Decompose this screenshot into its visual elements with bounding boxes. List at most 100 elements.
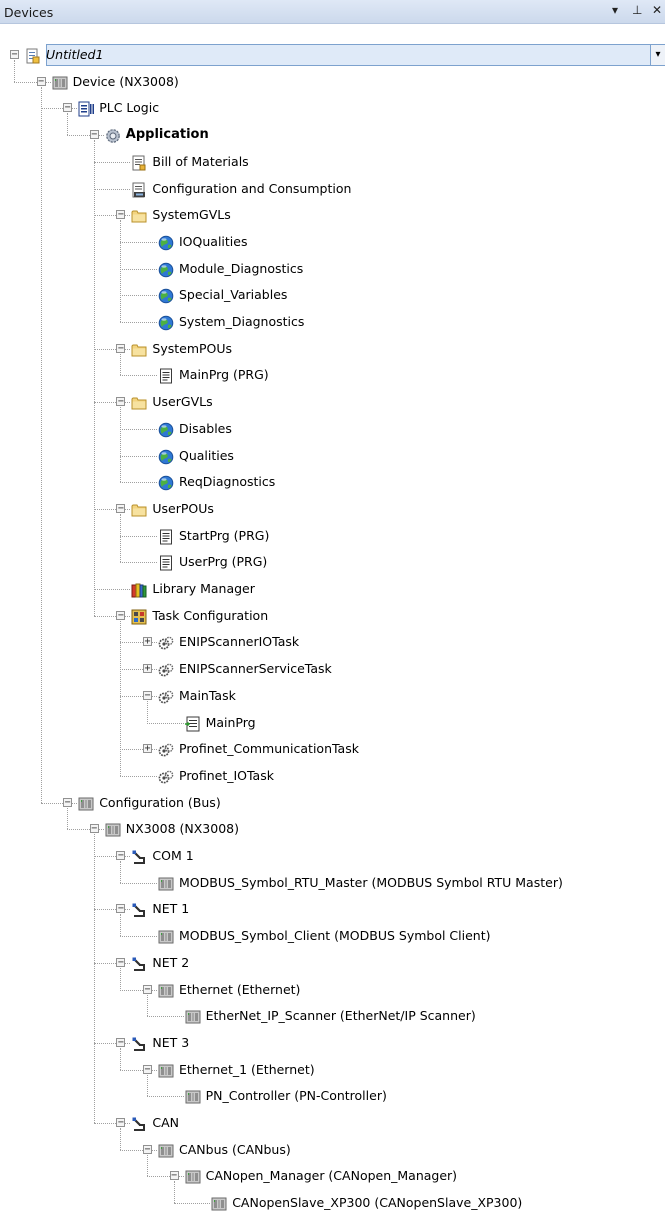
expand-icon[interactable]: + [143, 637, 152, 647]
tree-item[interactable]: − COM 1 [0, 843, 665, 869]
program-call-icon [184, 715, 201, 731]
tree-item[interactable]: − NET 3 [0, 1030, 665, 1056]
folder-icon [131, 394, 147, 410]
pin-icon[interactable]: ⊥ [632, 3, 642, 17]
tree-item-label: Bill of Materials [152, 153, 249, 169]
collapse-icon[interactable]: − [89, 824, 99, 834]
collapse-icon[interactable]: − [116, 1118, 126, 1128]
pou-document-icon [158, 528, 174, 545]
tree-item[interactable]: − Application [0, 122, 665, 148]
tree-item[interactable]: − MainTask [0, 683, 665, 709]
tree-item-label: Untitled1 [46, 47, 104, 62]
device-icon [211, 1195, 227, 1211]
tree-item[interactable]: − SystemPOUs [0, 336, 665, 362]
collapse-icon[interactable]: − [116, 210, 126, 220]
tree-item[interactable]: − Ethernet_1 (Ethernet) [0, 1057, 665, 1083]
tree-item-label: Library Manager [152, 581, 255, 596]
tree-item[interactable]: − Task Configuration [0, 603, 665, 629]
tree-item-label: UserGVLs [152, 394, 213, 410]
folder-icon [131, 501, 147, 517]
collapse-icon[interactable]: − [116, 610, 126, 620]
expand-icon[interactable]: + [143, 664, 152, 674]
tree-item[interactable]: − CANbus (CANbus) [0, 1137, 665, 1163]
tree-item[interactable]: + Profinet_CommunicationTask [0, 736, 665, 762]
tree-item[interactable]: − Ethernet (Ethernet) [0, 977, 665, 1003]
tree-item-label: MainPrg [205, 714, 256, 730]
expand-icon[interactable]: + [143, 744, 152, 754]
collapse-icon[interactable]: − [143, 690, 152, 700]
bill-of-materials-icon [131, 154, 147, 171]
tree-item[interactable]: − Device (NX3008) [0, 69, 665, 95]
tree-item-label: MODBUS_Symbol_Client (MODBUS Symbol Clie… [179, 928, 491, 944]
collapse-icon[interactable]: − [116, 397, 126, 407]
tree-item[interactable]: MODBUS_Symbol_Client (MODBUS Symbol Clie… [0, 923, 665, 949]
configuration-consumption-icon [131, 181, 147, 197]
tree-item[interactable]: CANopenSlave_XP300 (CANopenSlave_XP300) [0, 1190, 665, 1216]
collapse-icon[interactable]: − [143, 1064, 152, 1074]
tree-item[interactable]: Special_Variables [0, 282, 665, 308]
tree-item-label: NET 2 [152, 954, 190, 970]
collapse-icon[interactable]: − [116, 343, 126, 353]
tree-item[interactable]: − UserGVLs [0, 389, 665, 415]
tree-item-label: Configuration (Bus) [99, 794, 221, 810]
collapse-icon[interactable]: − [169, 1171, 179, 1181]
tree-item[interactable]: Profinet_IOTask [0, 763, 665, 789]
close-icon[interactable]: ✕ [652, 3, 662, 17]
tree-item[interactable]: Disables [0, 416, 665, 442]
tree-item[interactable]: − PLC Logic [0, 95, 665, 121]
collapse-icon[interactable]: − [116, 503, 126, 513]
tree-item[interactable]: − SystemGVLs [0, 202, 665, 228]
tree-item[interactable]: Module_Diagnostics [0, 256, 665, 282]
tree-item[interactable]: System_Diagnostics [0, 309, 665, 335]
collapse-icon[interactable]: − [63, 797, 73, 807]
tree-item[interactable]: EtherNet_IP_Scanner (EtherNet/IP Scanner… [0, 1003, 665, 1029]
device-icon [158, 982, 174, 998]
collapse-icon[interactable]: − [63, 103, 73, 113]
tree-item[interactable]: Library Manager [0, 576, 665, 602]
tree-item[interactable]: MainPrg (PRG) [0, 362, 665, 388]
collapse-icon[interactable]: − [116, 957, 126, 967]
collapse-icon[interactable]: − [10, 50, 19, 60]
tree-item[interactable]: − NET 1 [0, 896, 665, 922]
tree-item-label: Application [125, 127, 209, 143]
tree-item-label: ENIPScannerIOTask [179, 634, 300, 650]
tree-item-label: Ethernet (Ethernet) [179, 981, 301, 997]
tree-item[interactable]: − NET 2 [0, 950, 665, 976]
tree-item[interactable]: − Configuration (Bus) [0, 790, 665, 816]
tree-item[interactable]: StartPrg (PRG) [0, 523, 665, 549]
tree-item-label: UserPOUs [152, 500, 214, 516]
collapse-icon[interactable]: − [36, 76, 46, 86]
tree-item-label: MainTask [179, 687, 236, 703]
tree-item[interactable]: + ENIPScannerIOTask [0, 629, 665, 655]
tree-item[interactable]: Bill of Materials [0, 149, 665, 175]
tree-item[interactable]: Configuration and Consumption [0, 176, 665, 202]
tree-item[interactable]: − NX3008 (NX3008) [0, 816, 665, 842]
folder-icon [131, 207, 147, 223]
collapse-icon[interactable]: − [116, 904, 126, 914]
tree-item[interactable]: Qualities [0, 443, 665, 469]
library-books-icon [131, 581, 147, 598]
device-icon [158, 1062, 174, 1078]
tree-item[interactable]: − UserPOUs [0, 496, 665, 522]
collapse-icon[interactable]: − [116, 851, 126, 861]
collapse-icon[interactable]: − [143, 1144, 152, 1154]
tree-item[interactable]: + ENIPScannerServiceTask [0, 656, 665, 682]
tree-item-label: Configuration and Consumption [152, 180, 352, 196]
collapse-icon[interactable]: − [143, 984, 152, 994]
tree-item[interactable]: IOQualities [0, 229, 665, 255]
pou-document-icon [158, 554, 174, 571]
tree-item[interactable]: ReqDiagnostics [0, 469, 665, 495]
tree-item[interactable]: − CAN [0, 1110, 665, 1136]
tree-item[interactable]: − Untitled1 [0, 42, 665, 68]
tree-item[interactable]: MainPrg [0, 710, 665, 736]
collapse-icon[interactable]: − [89, 130, 99, 140]
panel-dropdown-icon[interactable]: ▾ [612, 3, 618, 17]
tree-item[interactable]: − CANopen_Manager (CANopen_Manager) [0, 1163, 665, 1189]
tree-item[interactable]: MODBUS_Symbol_RTU_Master (MODBUS Symbol … [0, 870, 665, 896]
collapse-icon[interactable]: − [116, 1037, 126, 1047]
tree-item[interactable]: PN_Controller (PN-Controller) [0, 1083, 665, 1109]
task-icon [158, 768, 174, 784]
gvl-globe-icon [158, 448, 174, 464]
tree-item[interactable]: UserPrg (PRG) [0, 549, 665, 575]
panel-title: Devices [4, 5, 54, 20]
